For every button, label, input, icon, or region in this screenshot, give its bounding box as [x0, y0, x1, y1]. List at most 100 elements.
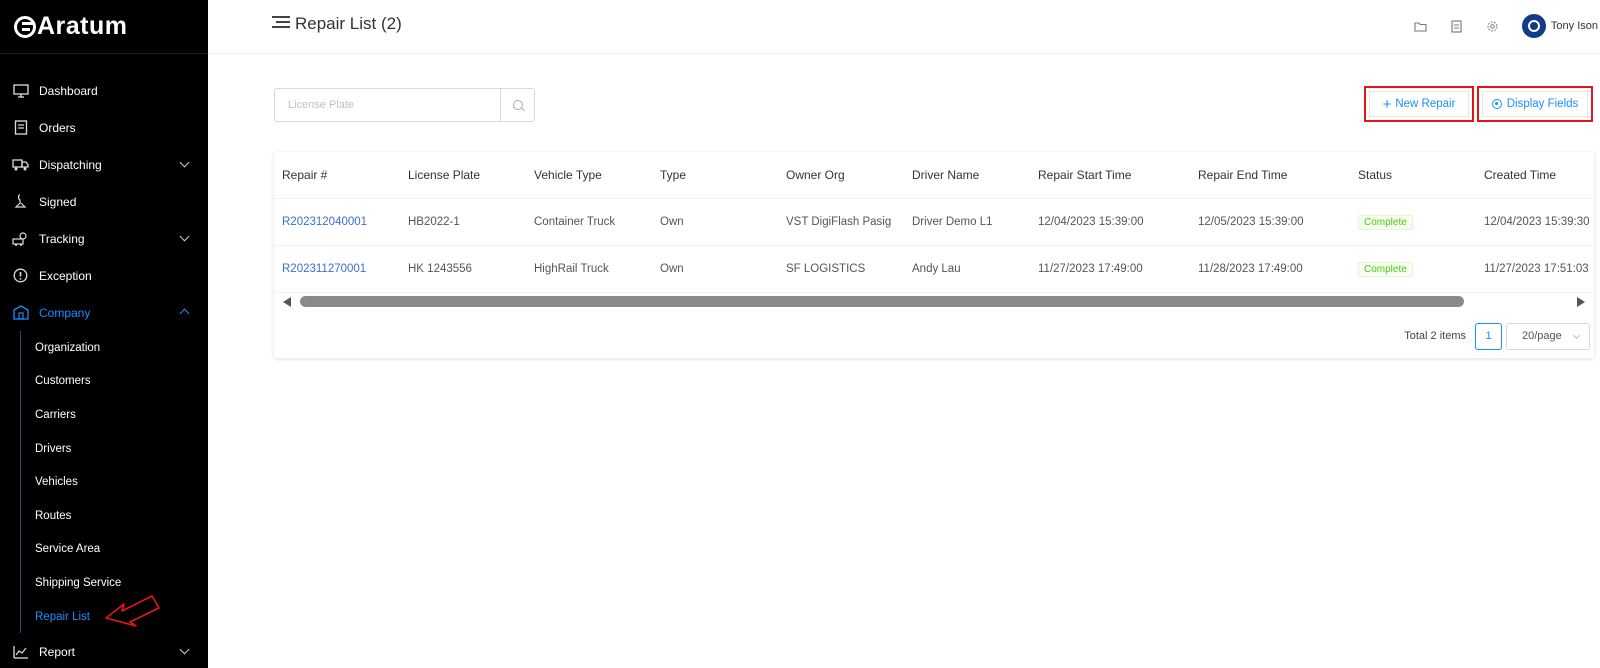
sidebar-item-signed[interactable]: Signed: [0, 183, 208, 220]
sidebar-subitem-drivers[interactable]: Drivers: [21, 432, 208, 466]
page-size-select[interactable]: 20/page: [1506, 322, 1590, 350]
gear-icon[interactable]: [1486, 19, 1500, 33]
column-header[interactable]: License Plate: [400, 168, 526, 182]
sidebar-item-label: Dispatching: [39, 157, 102, 172]
sidebar-subitem-vehicles[interactable]: Vehicles: [21, 465, 208, 499]
chevron-down-icon: [1572, 331, 1581, 339]
sidebar-item-report[interactable]: Report: [0, 633, 208, 668]
sidebar-item-exception[interactable]: Exception: [0, 257, 208, 294]
table-cell: Container Truck: [534, 216, 616, 228]
sidebar-item-label: Report: [39, 644, 76, 659]
column-header[interactable]: Type: [652, 168, 778, 182]
tracking-icon: [12, 231, 29, 246]
sidebar: Aratum Dashboard Orders Dispatching Sign…: [0, 0, 208, 668]
table-cell: 11/28/2023 17:49:00: [1198, 263, 1303, 275]
column-header[interactable]: Repair #: [274, 168, 400, 182]
logo-icon: [14, 15, 36, 38]
new-repair-label: New Repair: [1395, 98, 1456, 110]
column-header[interactable]: Repair Start Time: [1030, 168, 1190, 182]
search-box: [274, 88, 535, 122]
user-name[interactable]: Tony Ison: [1551, 20, 1598, 32]
sidebar-item-dispatching[interactable]: Dispatching: [0, 146, 208, 183]
column-header[interactable]: Repair End Time: [1190, 168, 1350, 182]
sidebar-item-label: Orders: [39, 120, 76, 135]
plus-icon: +: [1382, 95, 1392, 113]
sidebar-subitem-customers[interactable]: Customers: [21, 365, 208, 399]
sidebar-item-dashboard[interactable]: Dashboard: [0, 72, 208, 109]
sidebar-subitem-carriers[interactable]: Carriers: [21, 398, 208, 432]
chevron-up-icon: [179, 308, 190, 319]
table-cell: Own: [660, 216, 684, 228]
chart-icon: [12, 644, 29, 659]
column-header[interactable]: Status: [1350, 168, 1476, 182]
table-cell: 12/04/2023 15:39:30: [1484, 216, 1590, 228]
table-cell: VST DigiFlash Pasig: [786, 216, 892, 228]
license-plate-search-input[interactable]: [275, 89, 501, 121]
table-cell: SF LOGISTICS: [786, 263, 866, 275]
sidebar-item-label: Exception: [39, 268, 92, 283]
column-header[interactable]: Driver Name: [904, 168, 1030, 182]
top-header: Repair List (2) Tony Ison: [208, 0, 1600, 54]
column-header[interactable]: Created Time: [1476, 168, 1594, 182]
scrollbar-thumb[interactable]: [300, 296, 1464, 307]
sidebar-item-label: Signed: [39, 194, 77, 209]
search-icon: [512, 100, 523, 110]
page-title: Repair List (2): [295, 14, 402, 33]
header-actions: Tony Ison: [1414, 12, 1600, 40]
sidebar-menu: Dashboard Orders Dispatching Signed Trac…: [0, 54, 208, 668]
total-items: Total 2 items: [1404, 330, 1466, 342]
table-cell: HighRail Truck: [534, 263, 609, 275]
chevron-down-icon: [179, 157, 190, 168]
company-submenu: Organization Customers Carriers Drivers …: [20, 331, 208, 634]
sidebar-item-label: Tracking: [39, 231, 85, 246]
status-badge: Complete: [1358, 214, 1413, 230]
sidebar-item-company[interactable]: Company: [0, 294, 208, 331]
scroll-left-icon[interactable]: [283, 297, 291, 307]
app-logo[interactable]: Aratum: [0, 0, 208, 54]
avatar[interactable]: [1521, 14, 1546, 38]
pagination: Total 2 items 1 20/page: [1404, 322, 1594, 350]
page-size-value: 20/page: [1522, 330, 1562, 342]
annotation-arrow-icon: [105, 595, 160, 627]
horizontal-scrollbar[interactable]: [274, 294, 1594, 311]
exception-icon: [12, 268, 29, 283]
document-icon[interactable]: [1450, 19, 1464, 33]
sidebar-item-label: Dashboard: [39, 83, 98, 98]
repair-number-link[interactable]: R202312040001: [282, 216, 367, 228]
gear-icon: [1491, 99, 1502, 109]
chevron-down-icon: [179, 644, 190, 655]
sidebar-item-label: Company: [39, 305, 91, 320]
page-number-button[interactable]: 1: [1475, 322, 1502, 350]
chevron-down-icon: [179, 231, 190, 242]
table-cell: 12/05/2023 15:39:00: [1198, 216, 1304, 228]
table-row[interactable]: R202312040001 HB2022-1 Container Truck O…: [274, 199, 1594, 246]
truck-icon: [12, 157, 29, 172]
logo-text: Aratum: [37, 12, 128, 40]
signature-icon: [12, 194, 29, 209]
column-header[interactable]: Vehicle Type: [526, 168, 652, 182]
repair-number-link[interactable]: R202311270001: [282, 263, 366, 275]
display-fields-button[interactable]: Display Fields: [1477, 86, 1593, 122]
sidebar-item-tracking[interactable]: Tracking: [0, 220, 208, 257]
table-cell: Andy Lau: [912, 263, 961, 275]
table-cell: HB2022-1: [408, 216, 460, 228]
repair-table: Repair # License Plate Vehicle Type Type…: [274, 152, 1594, 293]
sidebar-subitem-routes[interactable]: Routes: [21, 499, 208, 533]
sidebar-subitem-service-area[interactable]: Service Area: [21, 533, 208, 567]
sidebar-item-orders[interactable]: Orders: [0, 109, 208, 146]
table-cell: Driver Demo L1: [912, 216, 993, 228]
scroll-right-icon[interactable]: [1577, 297, 1585, 307]
table-row[interactable]: R202311270001 HK 1243556 HighRail Truck …: [274, 246, 1594, 293]
menu-fold-icon[interactable]: [272, 16, 290, 30]
table-header-row: Repair # License Plate Vehicle Type Type…: [274, 152, 1594, 199]
sidebar-subitem-organization[interactable]: Organization: [21, 331, 208, 365]
company-icon: [12, 305, 29, 320]
search-button[interactable]: [501, 89, 534, 121]
monitor-icon: [12, 83, 29, 98]
repair-table-card: Repair # License Plate Vehicle Type Type…: [274, 152, 1594, 358]
column-header[interactable]: Owner Org: [778, 168, 904, 182]
new-repair-button[interactable]: + New Repair: [1364, 86, 1474, 122]
folder-icon[interactable]: [1414, 19, 1428, 33]
table-cell: 12/04/2023 15:39:00: [1038, 216, 1144, 228]
table-cell: HK 1243556: [408, 263, 472, 275]
